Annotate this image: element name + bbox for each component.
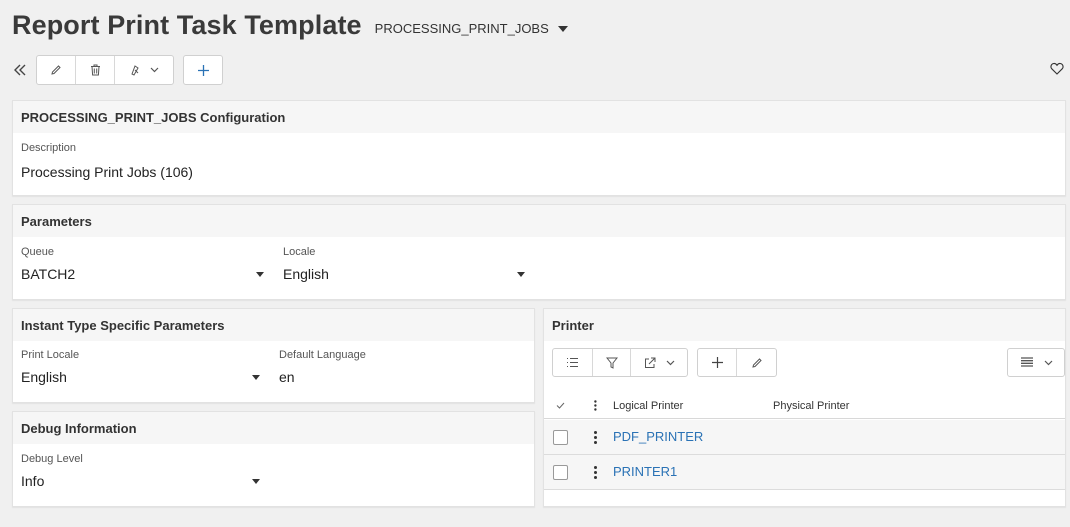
favorite-button[interactable] <box>1050 62 1064 80</box>
check-icon <box>556 402 565 409</box>
printer-card: Printer Logical Printer Physical Printer… <box>543 308 1066 507</box>
description-value[interactable]: Processing Print Jobs (106) <box>21 164 193 180</box>
record-actions-group <box>36 55 174 85</box>
actions-menu-button[interactable] <box>115 56 173 84</box>
chevron-down-icon <box>666 360 674 365</box>
configuration-card-title: PROCESSING_PRINT_JOBS Configuration <box>13 101 1065 133</box>
page-title: Report Print Task Template <box>12 10 362 40</box>
logical-printer-link[interactable]: PRINTER1 <box>613 464 677 479</box>
record-selector[interactable]: PROCESSING_PRINT_JOBS <box>375 21 568 36</box>
debug-information-card: Debug Information Debug Level Info <box>12 411 535 507</box>
chevron-down-icon <box>256 271 264 277</box>
description-label: Description <box>21 142 77 154</box>
row-checkbox[interactable] <box>553 464 568 480</box>
plus-icon <box>711 357 723 368</box>
locale-select[interactable]: English <box>283 266 525 282</box>
column-header-physical-printer[interactable]: Physical Printer <box>773 400 849 412</box>
page-toolbar <box>10 55 223 85</box>
printer-grid-header: Logical Printer Physical Printer <box>544 393 1065 419</box>
queue-field: Queue BATCH2 <box>21 246 264 282</box>
table-row: PRINTER1 <box>544 455 1065 490</box>
chevron-down-icon <box>150 67 159 73</box>
parameters-card: Parameters Queue BATCH2 Locale English <box>12 204 1066 300</box>
pencil-icon <box>51 65 61 75</box>
grid-view-group <box>552 348 688 377</box>
debug-level-field: Debug Level Info <box>21 453 260 489</box>
pencil-icon <box>751 357 762 368</box>
add-button[interactable] <box>184 56 222 84</box>
printer-grid-toolbar <box>552 348 786 377</box>
new-record-group <box>183 55 223 85</box>
filter-icon <box>605 357 618 369</box>
export-menu-button[interactable] <box>631 349 687 376</box>
record-selector-label: PROCESSING_PRINT_JOBS <box>374 21 549 36</box>
chevron-down-icon <box>557 25 568 32</box>
locale-label: Locale <box>283 246 316 258</box>
parameters-card-title: Parameters <box>13 205 1065 237</box>
print-locale-select[interactable]: English <box>21 369 260 385</box>
kebab-menu-icon <box>593 400 598 412</box>
print-locale-value: English <box>21 369 67 385</box>
chevron-down-icon <box>1044 360 1052 365</box>
export-icon <box>644 357 655 368</box>
queue-value: BATCH2 <box>21 266 76 282</box>
add-row-button[interactable] <box>698 349 737 376</box>
locale-value: English <box>283 266 329 282</box>
list-icon <box>567 358 578 367</box>
select-all-button[interactable] <box>544 402 577 409</box>
queue-label: Queue <box>21 246 55 258</box>
logical-printer-link[interactable]: PDF_PRINTER <box>613 429 703 444</box>
column-density-icon <box>1020 357 1033 367</box>
delete-button[interactable] <box>76 56 115 84</box>
double-chevron-left-icon <box>14 64 26 76</box>
kebab-menu-icon[interactable] <box>592 430 598 445</box>
column-settings-button[interactable] <box>1008 349 1064 376</box>
debug-information-title: Debug Information <box>13 412 534 444</box>
row-checkbox[interactable] <box>553 429 568 445</box>
print-locale-field: Print Locale English <box>21 349 260 385</box>
edit-row-button[interactable] <box>737 349 776 376</box>
actions-icon <box>131 65 139 76</box>
default-language-value[interactable]: en <box>279 369 519 385</box>
chevron-down-icon <box>517 271 525 277</box>
debug-level-select[interactable]: Info <box>21 473 260 489</box>
table-row: PDF_PRINTER <box>544 420 1065 455</box>
plus-icon <box>197 64 209 76</box>
default-language-field: Default Language en <box>279 349 519 385</box>
configuration-card: PROCESSING_PRINT_JOBS Configuration Desc… <box>12 100 1066 196</box>
default-language-label: Default Language <box>279 349 366 361</box>
instant-type-parameters-card: Instant Type Specific Parameters Print L… <box>12 308 535 403</box>
trash-icon <box>90 64 100 76</box>
debug-level-label: Debug Level <box>21 453 83 465</box>
header-row-menu[interactable] <box>577 398 613 413</box>
column-settings-group <box>1007 348 1065 377</box>
printer-card-title: Printer <box>544 309 1065 341</box>
chevron-down-icon <box>252 374 260 380</box>
locale-field: Locale English <box>283 246 525 282</box>
debug-level-value: Info <box>21 473 45 489</box>
filter-button[interactable] <box>593 349 631 376</box>
back-button[interactable] <box>10 56 30 84</box>
edit-button[interactable] <box>37 56 76 84</box>
queue-select[interactable]: BATCH2 <box>21 266 264 282</box>
description-field: Description Processing Print Jobs (106) <box>21 142 193 180</box>
instant-type-parameters-title: Instant Type Specific Parameters <box>13 309 534 341</box>
print-locale-label: Print Locale <box>21 349 80 361</box>
kebab-menu-icon[interactable] <box>592 465 598 480</box>
column-header-logical-printer[interactable]: Logical Printer <box>613 400 773 412</box>
chevron-down-icon <box>252 478 260 484</box>
heart-icon <box>1050 62 1064 75</box>
grid-edit-group <box>697 348 777 377</box>
page-header: Report Print Task Template PROCESSING_PR… <box>12 10 568 41</box>
list-view-button[interactable] <box>553 349 593 376</box>
